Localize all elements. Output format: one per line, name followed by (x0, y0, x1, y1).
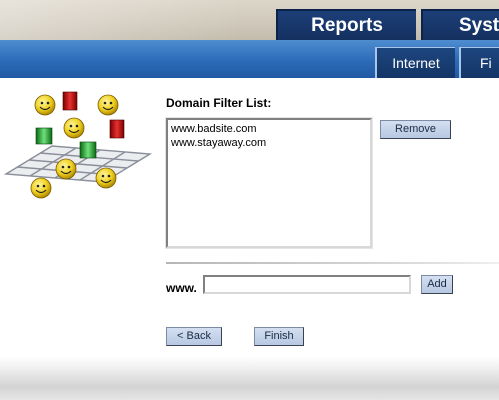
smiley-icon (63, 117, 85, 139)
footer-shade (0, 356, 499, 400)
subtab-finish[interactable]: Fi (459, 47, 499, 78)
add-button[interactable]: Add (421, 275, 453, 294)
finish-button[interactable]: Finish (254, 327, 304, 346)
back-button[interactable]: < Back (166, 327, 222, 346)
section-divider (166, 262, 499, 264)
smiley-icon (55, 158, 77, 180)
domain-filter-heading: Domain Filter List: (166, 96, 272, 110)
domain-filter-list[interactable]: www.badsite.com www.stayaway.com (165, 117, 373, 249)
subtab-internet[interactable]: Internet (375, 47, 455, 78)
green-cylinder-icon (35, 127, 53, 145)
www-prefix-label: www. (166, 281, 197, 295)
smiley-icon (30, 177, 52, 199)
smiley-icon (95, 167, 117, 189)
grid-icon (3, 145, 153, 183)
red-cylinder-icon (109, 119, 125, 139)
smiley-icon (97, 94, 119, 116)
red-cylinder-icon (62, 91, 78, 111)
filter-illustration (3, 91, 153, 199)
domain-input[interactable] (203, 275, 411, 294)
tab-reports[interactable]: Reports (276, 9, 416, 40)
tab-system[interactable]: Syst (421, 9, 499, 40)
list-item[interactable]: www.badsite.com (171, 122, 367, 136)
smiley-icon (34, 94, 56, 116)
header-sheen (0, 0, 270, 40)
list-item[interactable]: www.stayaway.com (171, 136, 367, 150)
green-cylinder-icon (79, 141, 97, 159)
remove-button[interactable]: Remove (380, 120, 451, 139)
